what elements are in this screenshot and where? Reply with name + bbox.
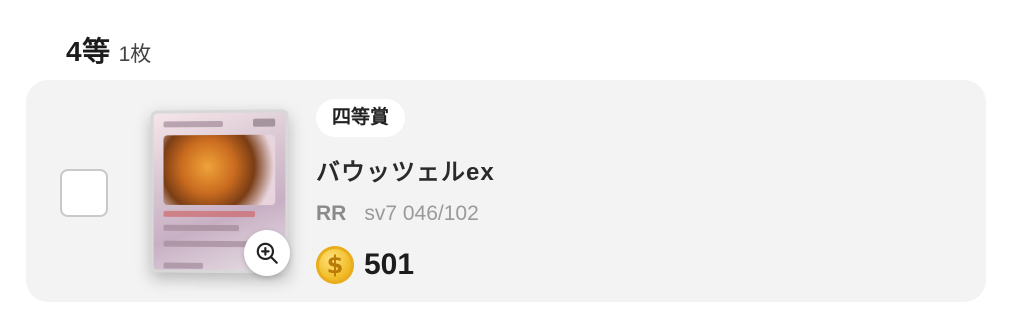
section-header: 4等 1枚 [66, 30, 151, 70]
select-checkbox[interactable] [60, 169, 108, 217]
set-code: sv7 046/102 [364, 202, 479, 225]
price-display: $ 501 [316, 246, 414, 284]
card-name: バウッツェルex [316, 159, 495, 186]
coin-icon: $ [316, 246, 354, 284]
zoom-button[interactable] [244, 230, 290, 276]
tier-label: 4等 [66, 36, 111, 67]
rarity-label: RR [316, 202, 347, 225]
tier-count: 1枚 [118, 43, 152, 66]
prize-item-row: 四等賞 バウッツェルex RR sv7 046/102 $ 501 [26, 80, 986, 302]
zoom-in-icon [256, 242, 278, 264]
price-value: 501 [364, 248, 415, 281]
prize-tier-badge: 四等賞 [316, 99, 406, 137]
card-meta: RR sv7 046/102 [316, 202, 479, 226]
